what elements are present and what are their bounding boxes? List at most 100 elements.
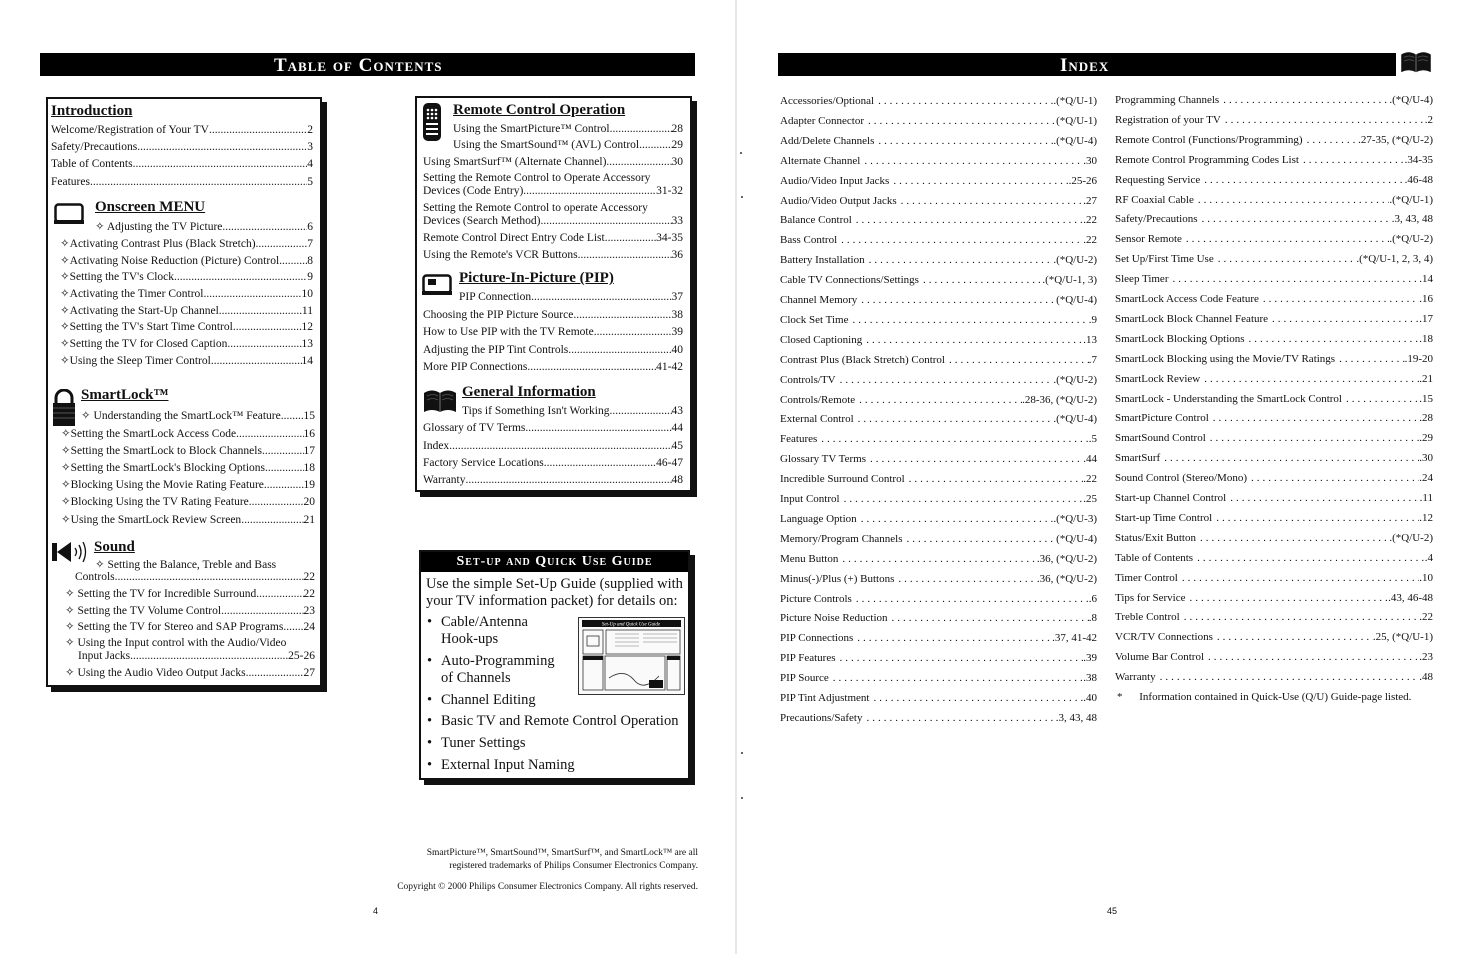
index-entry[interactable]: Channel Memory (*Q/U-4) (780, 293, 1097, 307)
toc-item[interactable]: ✧ Using the Audio Video Output Jacks27 (65, 666, 315, 680)
index-entry[interactable]: Safety/Precautions .3, 43, 48 (1115, 212, 1433, 226)
index-entry[interactable]: SmartPicture Control .28 (1115, 411, 1433, 425)
index-entry[interactable]: Alternate Channel .30 (780, 154, 1097, 168)
toc-item[interactable]: PIP Connection 37 (459, 290, 683, 304)
toc-item[interactable]: ✧Setting the SmartLock's Blocking Option… (61, 461, 315, 475)
toc-item[interactable]: ✧Activating the Timer Control10 (60, 287, 313, 301)
index-entry[interactable]: Controls/Remote .28-36, (*Q/U-2) (780, 393, 1097, 407)
index-entry[interactable]: Contrast Plus (Black Stretch) Control .7 (780, 353, 1097, 367)
index-entry[interactable]: Registration of your TV .2 (1115, 113, 1433, 127)
index-entry[interactable]: Incredible Surround Control .22 (780, 472, 1097, 486)
index-entry[interactable]: Treble Control .22 (1115, 610, 1433, 624)
toc-item[interactable]: ✧Setting the TV for Closed Caption 13 (60, 337, 313, 351)
index-entry[interactable]: SmartLock Review .21 (1115, 372, 1433, 386)
toc-item[interactable]: ✧Setting the SmartLock to Block Channels… (61, 444, 315, 458)
index-entry[interactable]: Programming Channels .(*Q/U-4) (1115, 93, 1433, 107)
toc-item[interactable]: ✧Using the SmartLock Review Screen 21 (61, 513, 315, 527)
toc-item-wrap[interactable]: ✧ Using the Input control with the Audio… (65, 637, 286, 649)
index-entry[interactable]: Sound Control (Stereo/Mono) .24 (1115, 471, 1433, 485)
toc-item[interactable]: Index 45 (423, 439, 683, 453)
index-entry[interactable]: Closed Captioning .13 (780, 333, 1097, 347)
index-entry[interactable]: SmartLock - Understanding the SmartLock … (1115, 392, 1433, 406)
index-entry[interactable]: Picture Controls .6 (780, 592, 1097, 606)
toc-item[interactable]: Using the Remote's VCR Buttons36 (423, 248, 683, 262)
index-entry[interactable]: Language Option .(*Q/U-3) (780, 512, 1097, 526)
index-entry[interactable]: PIP Features .39 (780, 651, 1097, 665)
toc-item[interactable]: Welcome/Registration of Your TV2 (51, 123, 313, 137)
toc-item-wrap[interactable]: Setting the Remote Control to Operate Ac… (423, 172, 650, 184)
toc-item[interactable]: Using the SmartPicture™ Control 28 (453, 122, 683, 136)
index-entry[interactable]: External Control .(*Q/U-4) (780, 412, 1097, 426)
toc-item[interactable]: Features5 (51, 175, 313, 189)
index-entry[interactable]: SmartLock Block Channel Feature .17 (1115, 312, 1433, 326)
index-entry[interactable]: Add/Delete Channels .(*Q/U-4) (780, 134, 1097, 148)
toc-item[interactable]: ✧ Setting the TV for Incredible Surround… (65, 587, 315, 601)
toc-item[interactable]: Devices (Code Entry) 31-32 (423, 184, 683, 198)
index-entry[interactable]: Set Up/First Time Use .(*Q/U-1, 2, 3, 4) (1115, 252, 1433, 266)
toc-item[interactable]: ✧Blocking Using the TV Rating Feature 20 (61, 495, 315, 509)
index-entry[interactable]: SmartSound Control .29 (1115, 431, 1433, 445)
index-entry[interactable]: PIP Tint Adjustment .40 (780, 691, 1097, 705)
index-entry[interactable]: Audio/Video Output Jacks .27 (780, 194, 1097, 208)
index-entry[interactable]: Controls/TV .(*Q/U-2) (780, 373, 1097, 387)
toc-item[interactable]: Tips if Something Isn't Working43 (462, 404, 683, 418)
toc-item[interactable]: ✧Activating Noise Reduction (Picture) Co… (60, 254, 313, 268)
toc-item[interactable]: Input Jacks 25-26 (78, 649, 315, 663)
index-entry[interactable]: Status/Exit Button .(*Q/U-2) (1115, 531, 1433, 545)
toc-item[interactable]: ✧Activating the Start-Up Channel11 (60, 304, 313, 318)
toc-item[interactable]: ✧ Understanding the SmartLock™ Feature15 (81, 409, 315, 423)
index-entry[interactable]: PIP Source .38 (780, 671, 1097, 685)
index-entry[interactable]: Bass Control .22 (780, 233, 1097, 247)
toc-item[interactable]: How to Use PIP with the TV Remote 39 (423, 325, 683, 339)
index-entry[interactable]: SmartSurf .30 (1115, 451, 1433, 465)
index-entry[interactable]: PIP Connections .37, 41-42 (780, 631, 1097, 645)
index-entry[interactable]: SmartLock Blocking using the Movie/TV Ra… (1115, 352, 1433, 366)
index-entry[interactable]: Clock Set Time .9 (780, 313, 1097, 327)
toc-item[interactable]: More PIP Connections 41-42 (423, 360, 683, 374)
index-entry[interactable]: Features .5 (780, 432, 1097, 446)
toc-item[interactable]: ✧Setting the TV's Start Time Control12 (60, 320, 313, 334)
index-entry[interactable]: RF Coaxial Cable .(*Q/U-1) (1115, 193, 1433, 207)
index-entry[interactable]: Remote Control (Functions/Programming) .2… (1115, 133, 1433, 147)
toc-item[interactable]: ✧Blocking Using the Movie Rating Feature… (61, 478, 315, 492)
index-entry[interactable]: VCR/TV Connections .25, (*Q/U-1) (1115, 630, 1433, 644)
index-entry[interactable]: Warranty .48 (1115, 670, 1433, 684)
toc-item[interactable]: Using the SmartSound™ (AVL) Control 29 (453, 138, 683, 152)
toc-item[interactable]: Safety/Precautions 3 (51, 140, 313, 154)
index-entry[interactable]: Audio/Video Input Jacks .25-26 (780, 174, 1097, 188)
index-entry[interactable]: Battery Installation .(*Q/U-2) (780, 253, 1097, 267)
toc-item[interactable]: Warranty48 (423, 473, 683, 487)
index-entry[interactable]: Menu Button .36, (*Q/U-2) (780, 552, 1097, 566)
index-entry[interactable]: Volume Bar Control .23 (1115, 650, 1433, 664)
index-entry[interactable]: Tips for Service .43, 46-48 (1115, 591, 1433, 605)
index-entry[interactable]: Start-up Channel Control .11 (1115, 491, 1433, 505)
index-entry[interactable]: Remote Control Programming Codes List .34… (1115, 153, 1433, 167)
toc-item[interactable]: Devices (Search Method) 33 (423, 214, 683, 228)
toc-item[interactable]: ✧ Setting the TV Volume Control 23 (65, 604, 315, 618)
index-entry[interactable]: Minus(-)/Plus (+) Buttons .36, (*Q/U-2) (780, 572, 1097, 586)
toc-item[interactable]: ✧ Setting the TV for Stereo and SAP Prog… (65, 620, 315, 634)
toc-item[interactable]: Glossary of TV Terms 44 (423, 421, 683, 435)
toc-item[interactable]: Factory Service Locations46-47 (423, 456, 683, 470)
index-entry[interactable]: Precautions/Safety .3, 43, 48 (780, 711, 1097, 725)
index-entry[interactable]: Requesting Service .46-48 (1115, 173, 1433, 187)
index-entry[interactable]: SmartLock Blocking Options .18 (1115, 332, 1433, 346)
toc-item[interactable]: ✧Setting the SmartLock Access Code16 (61, 427, 315, 441)
index-entry[interactable]: Sensor Remote .(*Q/U-2) (1115, 232, 1433, 246)
toc-item[interactable]: Table of Contents4 (51, 157, 313, 171)
index-entry[interactable]: Memory/Program Channels (*Q/U-4) (780, 532, 1097, 546)
index-entry[interactable]: Balance Control .22 (780, 213, 1097, 227)
index-entry[interactable]: Input Control .25 (780, 492, 1097, 506)
index-entry[interactable]: Adapter Connector (*Q/U-1) (780, 114, 1097, 128)
toc-item[interactable]: ✧ Adjusting the TV Picture 6 (95, 220, 313, 234)
index-entry[interactable]: Table of Contents .4 (1115, 551, 1433, 565)
index-entry[interactable]: Sleep Timer .14 (1115, 272, 1433, 286)
index-entry[interactable]: Picture Noise Reduction .8 (780, 611, 1097, 625)
index-entry[interactable]: Accessories/Optional .(*Q/U-1) (780, 94, 1097, 108)
toc-item[interactable]: Using SmartSurf™ (Alternate Channel) 30 (423, 155, 683, 169)
index-entry[interactable]: Cable TV Connections/Settings .(*Q/U-1, 3… (780, 273, 1097, 287)
toc-item[interactable]: Remote Control Direct Entry Code List 34… (423, 231, 683, 245)
toc-item[interactable]: Controls22 (75, 570, 315, 584)
index-entry[interactable]: SmartLock Access Code Feature .16 (1115, 292, 1433, 306)
index-entry[interactable]: Glossary TV Terms .44 (780, 452, 1097, 466)
